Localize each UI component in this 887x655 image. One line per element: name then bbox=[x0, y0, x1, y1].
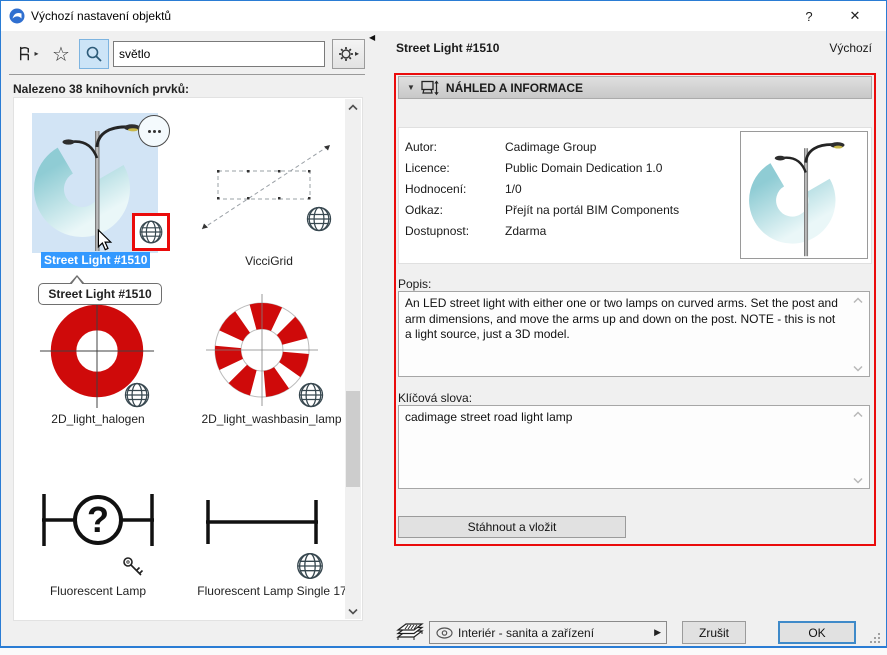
item-info-panel: Autor: Cadimage Group Licence: Public Do… bbox=[398, 127, 872, 264]
toolbar-separator bbox=[9, 74, 365, 75]
close-button[interactable]: ✕ bbox=[838, 1, 872, 31]
layers-icon bbox=[396, 623, 424, 640]
fluorescent-single-graphic bbox=[206, 500, 318, 544]
more-options-button[interactable] bbox=[138, 115, 170, 147]
section-title: NÁHLED A INFORMACE bbox=[445, 80, 584, 95]
globe-icon bbox=[139, 220, 163, 244]
field-label: Licence: bbox=[405, 161, 450, 175]
chevron-up-icon bbox=[348, 103, 358, 110]
bim-components-link[interactable]: Přejít na portál BIM Components bbox=[505, 203, 679, 217]
layer-combo[interactable]: Interiér - sanita a zařízení ▶ bbox=[429, 621, 667, 644]
scroll-up-button[interactable] bbox=[345, 99, 361, 115]
scroll-down-button[interactable] bbox=[345, 603, 361, 619]
search-icon bbox=[86, 46, 102, 62]
layer-combo-value: Interiér - sanita a zařízení bbox=[458, 625, 595, 640]
description-textarea[interactable]: An LED street light with either one or t… bbox=[398, 291, 870, 377]
resize-grip[interactable] bbox=[870, 633, 881, 644]
help-button[interactable]: ? bbox=[792, 1, 826, 31]
chevron-up-icon bbox=[853, 411, 863, 418]
fluorescent-lamp-graphic: ? bbox=[42, 494, 154, 546]
keywords-textarea[interactable]: cadimage street road light lamp bbox=[398, 405, 870, 489]
globe-badge bbox=[292, 548, 328, 584]
description-label: Popis: bbox=[398, 277, 432, 291]
chevron-down-icon bbox=[853, 365, 863, 372]
chevron-down-icon bbox=[348, 608, 358, 615]
favorites-button[interactable]: ☆ bbox=[47, 39, 75, 69]
preview-info-section-header[interactable]: ▼ NÁHLED A INFORMACE bbox=[398, 76, 872, 99]
panel-collapse-arrow-icon[interactable]: ◀ bbox=[369, 33, 375, 42]
mouse-cursor bbox=[97, 229, 113, 251]
library-item-label: Street Light #1510 bbox=[41, 252, 151, 268]
default-state-label: Výchozí bbox=[829, 41, 872, 55]
preview-panel-icon bbox=[421, 80, 439, 95]
field-value: Cadimage Group bbox=[505, 140, 597, 154]
results-count-label: Nalezeno 38 knihovních prvků: bbox=[13, 82, 190, 96]
star-icon: ☆ bbox=[52, 43, 70, 66]
key-icon bbox=[123, 557, 144, 576]
library-item-viccigrid[interactable]: VicciGrid bbox=[184, 98, 354, 278]
library-item-label: VicciGrid bbox=[245, 254, 293, 268]
library-item-label: 2D_light_washbasin_lamp bbox=[201, 412, 342, 426]
library-item-street-light[interactable]: Street Light #1510 bbox=[14, 98, 184, 278]
chevron-down-icon bbox=[853, 477, 863, 484]
street-light-preview-graphic bbox=[749, 142, 845, 257]
globe-badge bbox=[302, 202, 336, 236]
globe-icon bbox=[124, 382, 150, 408]
chevron-right-icon: ▸ bbox=[354, 49, 359, 58]
chair-icon bbox=[20, 46, 30, 60]
globe-badge bbox=[120, 378, 154, 412]
details-title: Street Light #1510 bbox=[396, 41, 500, 55]
window-title: Výchozí nastavení objektů bbox=[31, 9, 172, 23]
library-item-label: Fluorescent Lamp bbox=[49, 584, 147, 598]
keywords-label: Klíčová slova: bbox=[398, 391, 473, 405]
search-settings-button[interactable]: ▸ bbox=[332, 39, 365, 69]
library-item-fluorescent-lamp[interactable]: ? Fluorescent Lamp bbox=[14, 466, 184, 598]
search-input[interactable] bbox=[113, 41, 325, 67]
download-insert-button[interactable]: Stáhnout a vložit bbox=[398, 516, 626, 538]
search-toggle-button[interactable] bbox=[79, 39, 109, 69]
field-label: Dostupnost: bbox=[405, 224, 470, 238]
chevron-up-icon bbox=[853, 297, 863, 304]
item-tooltip: Street Light #1510 bbox=[38, 275, 162, 305]
library-item-label: 2D_light_halogen bbox=[51, 412, 145, 426]
collapse-triangle-icon: ▼ bbox=[407, 82, 415, 92]
globe-badge bbox=[294, 378, 328, 412]
chevron-right-icon: ▸ bbox=[34, 49, 39, 58]
info-row-rating: Hodnocení: 1/0 bbox=[405, 182, 522, 197]
ok-button[interactable]: OK bbox=[778, 621, 856, 644]
info-row-link: Odkaz: Přejít na portál BIM Components bbox=[405, 203, 679, 218]
globe-badge-highlighted[interactable] bbox=[132, 213, 170, 251]
scrollbar-thumb[interactable] bbox=[346, 391, 360, 487]
item-preview-image bbox=[740, 131, 868, 259]
info-row-author: Autor: Cadimage Group bbox=[405, 140, 596, 155]
globe-icon bbox=[297, 553, 323, 579]
list-scrollbar[interactable] bbox=[345, 99, 361, 619]
library-item-halogen[interactable]: 2D_light_halogen bbox=[14, 284, 184, 434]
info-row-availability: Dostupnost: Zdarma bbox=[405, 224, 546, 239]
combo-arrow-icon: ▶ bbox=[654, 627, 661, 637]
folder-view-button[interactable]: ▸ bbox=[11, 41, 43, 67]
gear-icon bbox=[339, 47, 353, 61]
field-label: Odkaz: bbox=[405, 203, 444, 217]
info-row-licence: Licence: Public Domain Dedication 1.0 bbox=[405, 161, 662, 176]
library-list: Street Light #1510 VicciGrid 2D_light_ha… bbox=[13, 97, 363, 621]
library-item-washbasin-lamp[interactable]: 2D_light_washbasin_lamp bbox=[184, 284, 364, 434]
globe-icon bbox=[298, 382, 324, 408]
field-label: Hodnocení: bbox=[405, 182, 467, 196]
library-item-label: Fluorescent Lamp Single 17 bbox=[197, 584, 347, 598]
eye-icon bbox=[436, 626, 453, 639]
cancel-button[interactable]: Zrušit bbox=[682, 621, 746, 644]
globe-icon bbox=[306, 206, 332, 232]
object-default-settings-dialog: Výchozí nastavení objektů ? ✕ ▸ ☆ ▸ bbox=[0, 0, 887, 648]
library-item-fluorescent-single[interactable]: Fluorescent Lamp Single 17 bbox=[184, 466, 364, 598]
svg-text:?: ? bbox=[87, 499, 109, 540]
field-value: Public Domain Dedication 1.0 bbox=[505, 161, 663, 175]
field-label: Autor: bbox=[405, 140, 438, 154]
field-value: 1/0 bbox=[505, 182, 522, 196]
field-value: Zdarma bbox=[505, 224, 547, 238]
archicad-app-icon bbox=[9, 8, 25, 24]
title-bar: Výchozí nastavení objektů ? ✕ bbox=[1, 1, 886, 31]
